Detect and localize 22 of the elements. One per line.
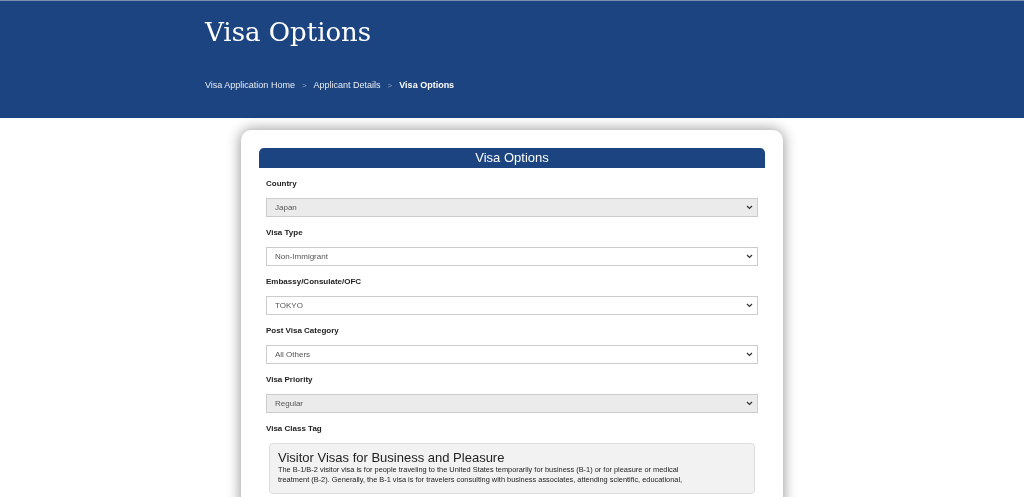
- field-label: Country: [266, 179, 298, 189]
- field-label: Visa Type: [266, 228, 304, 238]
- breadcrumb-link[interactable]: Visa Application Home: [205, 79, 295, 93]
- select-field[interactable]: All Others: [266, 345, 758, 364]
- select-field[interactable]: Non-Immigrant: [266, 247, 758, 266]
- chevron-down-icon: [746, 205, 753, 210]
- select-field[interactable]: TOKYO: [266, 296, 758, 315]
- field-label: Embassy/Consulate/OFC: [266, 277, 363, 287]
- chevron-down-icon: [746, 401, 753, 406]
- field-label: Visa Class Tag: [266, 424, 323, 434]
- chevron-down-icon: [746, 254, 753, 259]
- breadcrumb-separator: >: [301, 79, 307, 92]
- field-label: Visa Priority: [266, 375, 314, 385]
- breadcrumb-current: Visa Options: [399, 79, 455, 92]
- panel-heading: Visitor Visas for Business and Pleasure: [278, 450, 506, 465]
- breadcrumb-separator: >: [387, 79, 393, 92]
- page-title: Visa Options: [205, 16, 372, 49]
- breadcrumb-link[interactable]: Applicant Details: [313, 79, 381, 93]
- card-title-bar: Visa Options: [259, 148, 765, 168]
- chevron-down-icon: [746, 303, 753, 308]
- chevron-down-icon: [746, 352, 753, 357]
- field-label: Post Visa Category: [266, 326, 340, 336]
